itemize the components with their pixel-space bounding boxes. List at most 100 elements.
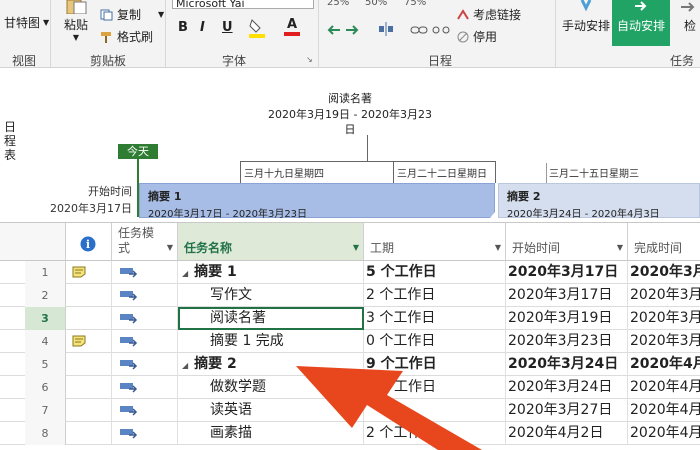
pct-25-button[interactable]: 25% [327,0,349,8]
task-name-cell[interactable]: ◢ 摘要 1 [178,261,364,284]
timeline-summary-bar-2[interactable]: 摘要 2 2020年3月24日 - 2020年4月3日 [498,183,700,220]
duration-cell[interactable]: 0 个工作日 [364,330,506,353]
row-number[interactable]: 4 [25,330,66,353]
duration-cell[interactable]: 2 个工作日 [364,422,506,445]
deactivate-button[interactable]: 停用 [456,28,497,45]
finish-cell[interactable]: 2020年3月 [628,284,700,307]
manual-schedule-button[interactable]: 手动安排 [562,0,610,46]
highlight-button[interactable] [248,18,266,41]
split-task-icon[interactable] [378,22,394,36]
header-task-name[interactable]: 任务名称 ▼ [178,223,364,261]
row-number[interactable]: 3 [25,307,66,330]
duration-cell[interactable]: 9 个工作日 [364,353,506,376]
table-row[interactable]: 6 做数学题 个工作日 2020年3月24日 2020年4月 [0,376,700,399]
row-number[interactable]: 5 [25,353,66,376]
indicator-cell[interactable] [66,399,112,422]
row-number[interactable]: 8 [25,422,66,445]
start-cell[interactable]: 2020年4月2日 [506,422,628,445]
duration-cell[interactable]: 个工作日 [364,376,506,399]
collapse-triangle-icon[interactable]: ◢ [182,269,188,278]
outdent-icon[interactable] [326,24,342,36]
task-name-cell[interactable]: 阅读名著 [178,307,364,330]
start-cell[interactable]: 2020年3月17日 [506,261,628,284]
indicator-cell[interactable] [66,353,112,376]
task-mode-cell[interactable] [112,353,178,376]
task-name-cell[interactable]: 摘要 1 完成 [178,330,364,353]
note-icon[interactable] [72,266,86,278]
duration-cell[interactable]: 3 个工作日 [364,307,506,330]
finish-cell[interactable]: 2020年4月 [628,376,700,399]
table-row[interactable]: 2 写作文 2 个工作日 2020年3月17日 2020年3月 [0,284,700,307]
header-task-mode[interactable]: 任务模式 ▼ [112,223,178,261]
bold-button[interactable]: B [178,20,188,35]
row-number[interactable]: 2 [25,284,66,307]
task-mode-cell[interactable] [112,399,178,422]
task-name-cell[interactable]: 做数学题 [178,376,364,399]
indent-icon[interactable] [344,24,360,36]
header-finish[interactable]: 完成时间 [628,223,700,261]
task-mode-cell[interactable] [112,376,178,399]
task-name-cell[interactable]: 写作文 [178,284,364,307]
italic-button[interactable]: I [200,20,205,35]
font-color-button[interactable]: A [284,18,300,36]
header-duration[interactable]: 工期 ▼ [364,223,506,261]
duration-cell[interactable]: 2 个工作日 [364,284,506,307]
finish-cell[interactable]: 2020年3月 [628,261,700,284]
table-row[interactable]: 8 画素描 2 个工作日 2020年4月2日 2020年4月 [0,422,700,445]
table-row[interactable]: 5 ◢ 摘要 2 9 个工作日 2020年3月24日 2020年4月 [0,353,700,376]
chevron-down-icon[interactable]: ▼ [167,243,173,252]
start-cell[interactable]: 2020年3月19日 [506,307,628,330]
start-cell[interactable]: 2020年3月17日 [506,284,628,307]
header-info[interactable]: i [66,223,112,261]
duration-cell[interactable] [364,399,506,422]
indicator-cell[interactable] [66,376,112,399]
task-mode-cell[interactable] [112,261,178,284]
row-number[interactable]: 7 [25,399,66,422]
start-cell[interactable]: 2020年3月24日 [506,376,628,399]
finish-cell[interactable]: 2020年3月 [628,330,700,353]
chevron-down-icon[interactable]: ▼ [353,243,359,252]
underline-button[interactable]: U [222,20,233,35]
inspect-button[interactable]: 检 [676,0,700,46]
link-icon[interactable] [410,24,428,36]
task-mode-cell[interactable] [112,307,178,330]
start-cell[interactable]: 2020年3月27日 [506,399,628,422]
indicator-cell[interactable] [66,307,112,330]
note-icon[interactable] [72,335,86,347]
start-cell[interactable]: 2020年3月23日 [506,330,628,353]
indicator-cell[interactable] [66,330,112,353]
task-name-cell[interactable]: 读英语 [178,399,364,422]
table-row[interactable]: 4 摘要 1 完成 0 个工作日 2020年3月23日 2020年3月 [0,330,700,353]
finish-cell[interactable]: 2020年4月 [628,353,700,376]
duration-cell[interactable]: 5 个工作日 [364,261,506,284]
row-number[interactable]: 6 [25,376,66,399]
format-painter-button[interactable]: 格式刷 [100,28,153,45]
finish-cell[interactable]: 2020年4月 [628,399,700,422]
table-row[interactable]: 3 阅读名著 3 个工作日 2020年3月19日 2020年3月 [0,307,700,330]
collapse-triangle-icon[interactable]: ◢ [182,361,188,370]
respect-links-button[interactable]: 考虑链接 [456,6,521,23]
chevron-down-icon[interactable]: ▼ [617,243,623,252]
dialog-launcher-icon[interactable]: ↘ [306,55,313,64]
pct-50-button[interactable]: 50% [365,0,387,8]
task-name-cell[interactable]: 画素描 [178,422,364,445]
chevron-down-icon[interactable]: ▼ [495,243,501,252]
finish-cell[interactable]: 2020年4月 [628,422,700,445]
start-cell[interactable]: 2020年3月24日 [506,353,628,376]
indicator-cell[interactable] [66,422,112,445]
row-number[interactable]: 1 [25,261,66,284]
gantt-chart-button[interactable]: 甘特图 ▼ [4,14,49,31]
task-mode-cell[interactable] [112,284,178,307]
pct-75-button[interactable]: 75% [404,0,426,8]
table-row[interactable]: 7 读英语 2020年3月27日 2020年4月 [0,399,700,422]
task-mode-cell[interactable] [112,422,178,445]
table-row[interactable]: 1 ◢ 摘要 1 5 个工作日 2020年3月17日 2020年3月 [0,261,700,284]
header-start[interactable]: 开始时间 ▼ [506,223,628,261]
indicator-cell[interactable] [66,284,112,307]
paste-button[interactable]: 粘贴 ▼ [58,0,94,46]
timeline-summary-bar-1[interactable]: 摘要 1 2020年3月17日 - 2020年3月23日 [139,183,495,220]
finish-cell[interactable]: 2020年3月 [628,307,700,330]
unlink-icon[interactable] [432,24,450,36]
auto-schedule-button[interactable]: 自动安排 [612,0,670,46]
font-name-field[interactable]: Microsoft Yai [172,0,314,9]
